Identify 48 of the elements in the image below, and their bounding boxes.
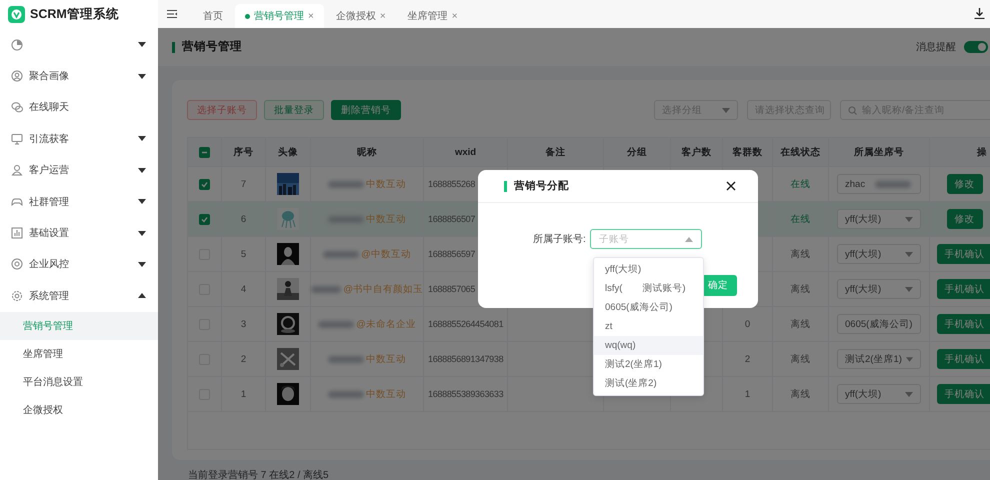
status-text: 离线: [790, 248, 810, 260]
table-cell: 1688856507: [428, 214, 476, 224]
table-cell: 1688855268: [428, 179, 476, 189]
table-cell: 6: [240, 214, 246, 224]
column-header: 操: [930, 138, 990, 166]
table-cell: 2: [744, 354, 750, 364]
table-cell: 0: [744, 318, 750, 330]
table-cell: 1688855389363633: [428, 389, 504, 399]
column-header: wxid: [424, 138, 508, 166]
status-text: 离线: [790, 388, 810, 400]
nickname-text: 中数互动: [366, 352, 406, 366]
table-cell: 3: [240, 318, 246, 330]
column-header: 头像: [266, 138, 311, 166]
dialog-title: 营销号分配: [504, 180, 569, 192]
nickname-text: @未命名企业: [356, 318, 416, 330]
column-header: 分组: [604, 138, 671, 166]
table-cell: 1688855264454081: [428, 319, 504, 329]
column-header: 序号: [222, 138, 266, 166]
nickname-text: 中数互动: [366, 212, 406, 226]
nickname-text: @中数互动: [361, 248, 411, 260]
nickname-text: 中数互动: [366, 178, 406, 190]
column-header: 在线状态: [773, 138, 829, 166]
table-cell: 5: [240, 248, 246, 260]
status-text: 离线: [790, 352, 810, 366]
page-title: 营销号管理: [172, 42, 242, 52]
table-cell: 7: [240, 178, 246, 190]
column-header: 所属坐席号: [829, 138, 930, 166]
column-header: 客群数: [723, 138, 773, 166]
column-header: 昵称: [311, 138, 424, 166]
status-text: 离线: [790, 282, 810, 296]
nickname-text: @书中自有颜如玉: [343, 282, 423, 296]
status-text: 在线: [790, 212, 810, 226]
table-cell: 4: [240, 284, 246, 294]
switch-label: 消息提醒: [916, 40, 956, 54]
column-header: 备注: [508, 138, 604, 166]
nickname-text: 中数互动: [366, 388, 406, 400]
table-cell: 1688857065: [428, 284, 476, 294]
app-title: SCRM管理系统: [30, 6, 119, 23]
table-cell: 1: [240, 388, 246, 400]
table-cell: 2: [240, 354, 246, 364]
column-header: 客户数: [671, 138, 723, 166]
table-cell: 1688856891347938: [428, 354, 504, 364]
table-cell: 1: [744, 388, 750, 400]
status-text: 当前登录营销号 7 在线2 / 离线5: [188, 468, 330, 480]
table-cell: 1688856597: [428, 249, 476, 259]
field-label: 所属子账号:: [533, 232, 586, 246]
status-text: 离线: [790, 318, 810, 330]
status-text: 在线: [790, 178, 810, 190]
